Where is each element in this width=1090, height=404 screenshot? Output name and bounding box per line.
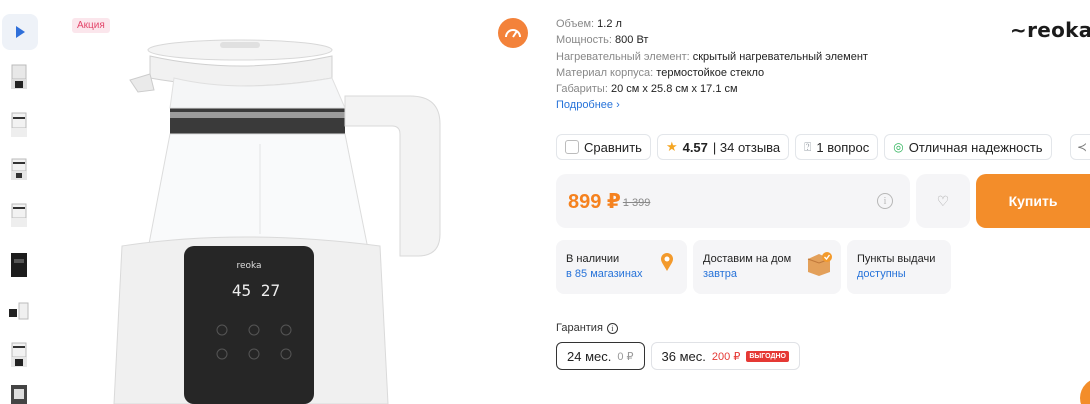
box-icon	[807, 252, 832, 276]
compare-checkbox[interactable]	[565, 140, 579, 154]
thumbnail-2[interactable]	[6, 110, 32, 140]
promo-badge: Акция	[72, 18, 110, 33]
share-icon: ≺	[1077, 140, 1088, 154]
thumbnail-7[interactable]	[6, 340, 32, 370]
rating-button[interactable]: ★ 4.57 | 34 отзыва	[656, 134, 790, 160]
chat-button[interactable]	[1080, 378, 1090, 404]
product-image[interactable]: reoka 45 27	[110, 34, 490, 404]
thumbnail-5[interactable]	[6, 250, 32, 280]
heart-icon: ♡	[936, 192, 950, 209]
warranty-label: Гарантия i	[556, 322, 618, 334]
best-value-badge: ВЫГОДНО	[746, 350, 789, 362]
availability-cards: В наличии в 85 магазинах Доставим на дом…	[556, 240, 951, 294]
brand-logo[interactable]: ∼reoka	[1010, 18, 1090, 42]
reliability-badge[interactable]: ◎ Отличная надежность	[884, 134, 1052, 160]
warranty-options: 24 мес. 0 ₽ 36 мес. 200 ₽ ВЫГОДНО	[556, 342, 800, 370]
play-icon	[16, 26, 25, 38]
spec-row: Объем: 1.2 л	[556, 18, 622, 30]
info-icon[interactable]: i	[606, 322, 618, 334]
home-delivery-card[interactable]: Доставим на дом завтра	[693, 240, 841, 294]
star-icon: ★	[665, 139, 678, 154]
specs-list: Объем: 1.2 л Мощность: 800 Вт Нагревател…	[556, 16, 868, 114]
price-box: 899 ₽ 1 399 i	[556, 174, 910, 228]
kettle-display-brand: reoka	[236, 261, 261, 271]
buy-button[interactable]: Купить	[976, 174, 1090, 228]
in-stock-card[interactable]: В наличии в 85 магазинах	[556, 240, 687, 294]
questions-button[interactable]: ⍰ 1 вопрос	[795, 134, 879, 160]
brand-logo-mark: ∼	[1010, 18, 1028, 42]
spec-row: Мощность: 800 Вт	[556, 34, 649, 47]
question-bubble-icon: ⍰	[804, 139, 812, 154]
kettle-display-readout: 45 27	[232, 281, 280, 300]
action-chips: Сравнить ★ 4.57 | 34 отзыва ⍰ 1 вопрос ◎…	[556, 134, 1052, 160]
compare-button[interactable]: Сравнить	[556, 134, 651, 160]
shield-check-icon: ◎	[893, 140, 904, 154]
thumbnail-3[interactable]	[6, 154, 32, 184]
price-info-icon[interactable]: i	[877, 193, 893, 209]
map-pin-icon	[661, 253, 673, 271]
speedometer-icon	[498, 18, 528, 48]
spec-row: Нагревательный элемент: скрытый нагреват…	[556, 50, 868, 63]
thumbnail-list	[0, 0, 40, 404]
thumbnail-1[interactable]	[6, 62, 32, 92]
warranty-option-36[interactable]: 36 мес. 200 ₽ ВЫГОДНО	[650, 342, 800, 370]
spec-row: Материал корпуса: термостойкое стекло	[556, 66, 765, 79]
current-price: 899 ₽	[568, 190, 621, 213]
warranty-option-24[interactable]: 24 мес. 0 ₽	[556, 342, 645, 370]
thumbnail-6[interactable]	[6, 296, 32, 326]
favorite-button[interactable]: ♡	[916, 174, 970, 228]
more-details-link[interactable]: Подробнее ›	[556, 97, 620, 113]
spec-row: Габариты: 20 см x 25.8 см x 17.1 см	[556, 83, 738, 96]
thumbnail-4[interactable]	[6, 200, 32, 230]
chevron-right-icon: ›	[616, 99, 620, 112]
thumbnail-8[interactable]	[6, 382, 32, 404]
video-play-button[interactable]	[2, 14, 38, 50]
old-price: 1 399	[622, 197, 651, 209]
pickup-points-card[interactable]: Пункты выдачи доступны	[847, 240, 951, 294]
share-button[interactable]: ≺	[1070, 134, 1090, 160]
